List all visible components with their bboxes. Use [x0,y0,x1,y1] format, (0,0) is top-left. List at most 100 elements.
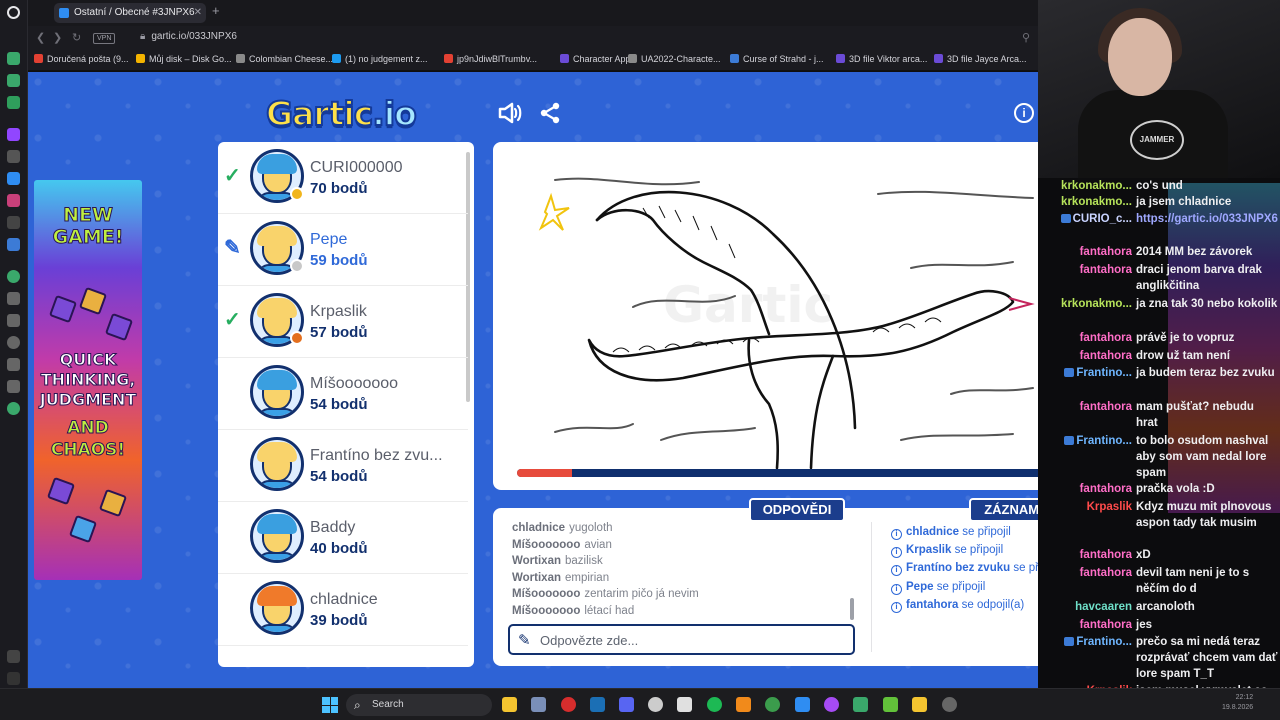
chat-username[interactable]: Frantino... [1040,433,1132,449]
x-icon[interactable] [7,216,20,229]
bookmark-favicon-icon [34,54,43,63]
chat-username[interactable]: fantahora [1040,244,1132,260]
tab-answers[interactable]: ODPOVĚDI [749,498,845,522]
answers-scrollbar[interactable] [850,598,854,620]
vk-icon[interactable] [7,238,20,251]
bookmark-item[interactable]: Curse of Strahd - j... [730,54,824,64]
chat-username[interactable]: fantahora [1040,330,1132,346]
gx-icon[interactable] [7,650,20,663]
gartic-logo[interactable]: Gartic.io [265,93,418,134]
minecraft-launcher-icon[interactable] [853,697,868,712]
chat-username[interactable]: havcaaren [1040,599,1132,615]
chat-username[interactable]: fantahora [1040,565,1132,581]
more-icon[interactable] [7,672,20,685]
bookmark-item[interactable]: (1) no judgement z... [332,54,428,64]
chat-username[interactable]: CURIO_c... [1040,211,1132,227]
instagram-icon[interactable] [7,194,20,207]
discord-icon[interactable] [619,697,634,712]
bookmark-item[interactable]: 3D file Viktor arca... [836,54,927,64]
bookmark-item[interactable]: Character App [560,54,631,64]
messenger-icon[interactable] [7,172,20,185]
info-icon[interactable]: i [1014,103,1034,123]
twitch-icon[interactable] [7,128,20,141]
bookmark-label: (1) no judgement z... [345,54,428,64]
steam-icon[interactable] [590,697,605,712]
bookmark-item[interactable]: Doručená pošta (9... [34,54,129,64]
player-row[interactable]: Frantíno bez zvu... 54 bodů [218,430,468,502]
settings-taskbar-icon[interactable] [942,697,957,712]
notepad-icon[interactable] [531,697,546,712]
chat-link[interactable]: https://gartic.io/033JNPX6 [1136,211,1278,227]
chat-username[interactable]: krkonakmo... [1040,178,1132,194]
share-icon[interactable] [539,102,561,130]
player-row[interactable]: ✓ Krpaslik 57 bodů [218,286,468,358]
sound-icon[interactable] [498,102,522,130]
vlc-icon[interactable] [736,697,751,712]
player-row[interactable]: ✎ Pepe 59 bodů [218,214,468,286]
cube-icon[interactable] [7,380,20,393]
url-field[interactable]: 🔒︎ gartic.io/033JNPX6 [140,31,237,42]
chat-username[interactable]: fantahora [1040,617,1132,633]
player-list[interactable]: ✓ CURI000000 70 bodů ✎ Pepe 59 bodů ✓ Krpaslik 5… [218,142,474,667]
player-name: Míšooooooo [310,375,399,392]
back-icon[interactable]: ❮ [36,31,45,44]
opera-gx-icon[interactable] [561,697,576,712]
windows-start-icon[interactable] [322,697,338,713]
heart-icon[interactable] [7,314,20,327]
answer-input-box[interactable]: ✎ [508,624,855,655]
pin-icon[interactable]: ⚲ [1022,31,1030,44]
speed-dial-icon[interactable] [7,52,20,65]
download-icon[interactable] [7,358,20,371]
chat-username[interactable]: krkonakmo... [1040,296,1132,312]
close-tab-icon[interactable]: ✕ [194,3,202,23]
chat-username[interactable]: fantahora [1040,262,1132,278]
app-icon[interactable] [795,697,810,712]
chat-username[interactable]: Krpaslik [1040,499,1132,515]
obs-icon[interactable] [648,697,663,712]
record-user: chladnice [906,526,960,538]
bookmark-item[interactable]: Colombian Cheese... [236,54,333,64]
player-row[interactable]: ✓ CURI000000 70 bodů [218,142,468,214]
taskbar-search[interactable]: ⌕ Search [346,694,492,716]
system-clock[interactable]: 22:12 19.8.2026 [1222,693,1253,713]
reload-icon[interactable]: ↻ [72,31,81,44]
bookmark-item[interactable]: jp9nJdiwBlTrumbv... [444,54,537,64]
chat-username[interactable]: fantahora [1040,399,1132,415]
opera-logo-icon[interactable] [7,6,20,19]
chrome-icon[interactable] [765,697,780,712]
player-row[interactable]: chladnice 39 bodů [218,574,468,646]
chat-username[interactable]: Frantino... [1040,365,1132,381]
chat-username[interactable]: krkonakmo... [1040,194,1132,210]
send-icon[interactable] [7,292,20,305]
player-row[interactable]: Míšooooooo 54 bodů [218,358,468,430]
chat-username[interactable]: fantahora [1040,481,1132,497]
chat-username[interactable]: Frantino... [1040,634,1132,650]
file-explorer-icon[interactable] [502,697,517,712]
spotify-icon[interactable] [707,697,722,712]
bookmark-item[interactable]: UA2022-Characte... [628,54,721,64]
minecraft-icon[interactable] [883,697,898,712]
whatsapp-icon[interactable] [7,74,20,87]
bookmark-item[interactable]: Můj disk – Disk Go... [136,54,232,64]
tab-records[interactable]: ZÁZNAMY [969,498,1038,522]
messenger-green-icon[interactable] [7,96,20,109]
percent-icon[interactable] [7,150,20,163]
bookmark-item[interactable]: 3D file Jayce Arca... [934,54,1027,64]
forward-icon[interactable]: ❯ [53,31,62,44]
drawing-canvas[interactable]: Gartic [493,142,1038,490]
messenger-taskbar-icon[interactable] [824,697,839,712]
answer-user: chladnice [512,522,566,534]
settings-icon[interactable] [7,402,20,415]
arrow-app-icon[interactable] [912,697,927,712]
chat-username[interactable]: fantahora [1040,348,1132,364]
tab-gartic[interactable]: Ostatní / Obecné #3JNPX6 ✕ [54,3,206,23]
chat-username[interactable]: fantahora [1040,547,1132,563]
vpn-badge[interactable]: VPN [93,33,116,44]
history-icon[interactable] [7,336,20,349]
player-icon[interactable] [7,270,20,283]
ad-banner[interactable]: NEW GAME! QUICK THINKING, JUDGMENT AND C… [34,180,142,580]
new-tab-button[interactable]: + [212,3,220,18]
answer-input[interactable] [540,630,840,650]
arc-icon[interactable] [677,697,692,712]
player-row[interactable]: Baddy 40 bodů [218,502,468,574]
